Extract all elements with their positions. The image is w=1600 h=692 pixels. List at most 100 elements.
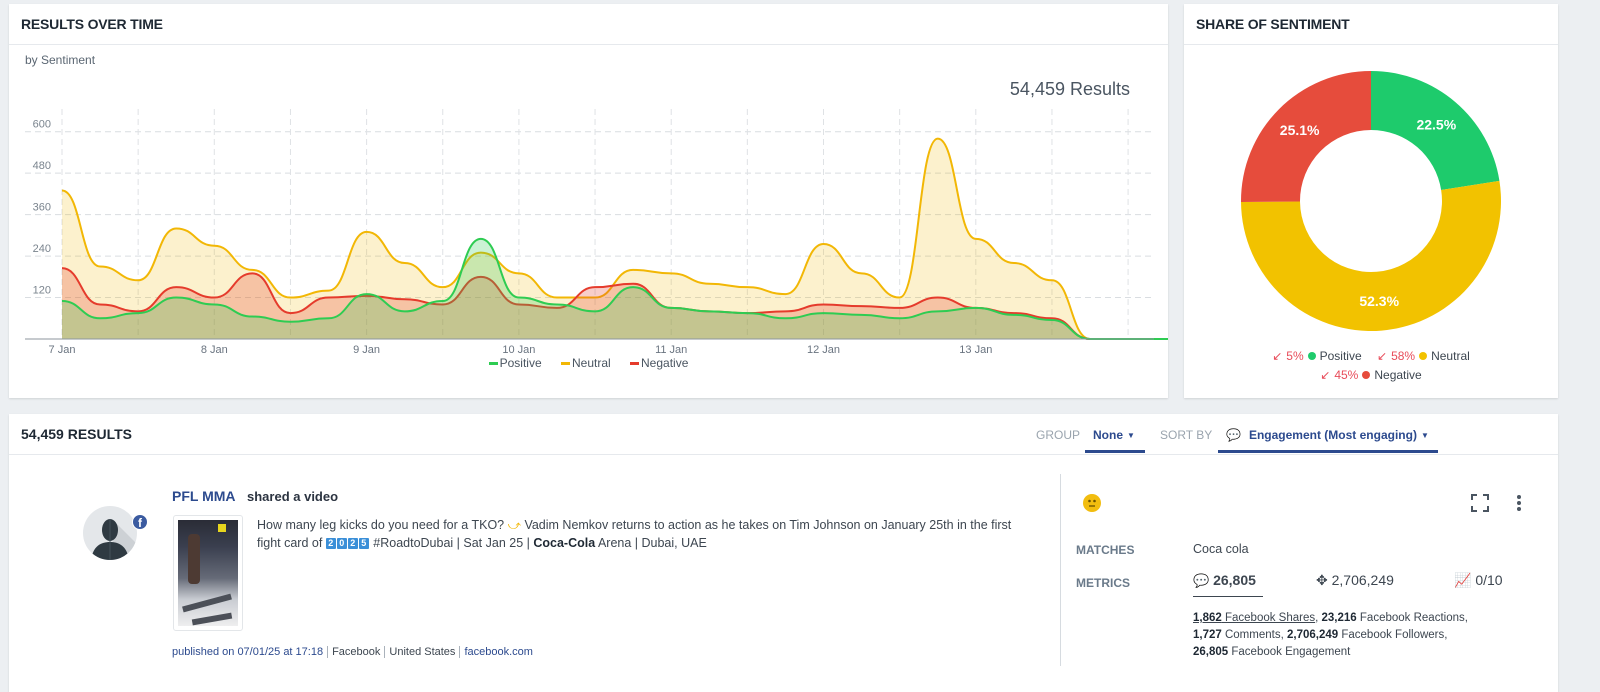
donut-label-positive: 22.5% — [1416, 117, 1456, 133]
x-tick-label: 11 Jan — [655, 344, 687, 354]
reach-icon: ✥ — [1316, 572, 1328, 588]
legend-dot-neutral — [1419, 352, 1428, 360]
comments-label: Comments, — [1224, 629, 1284, 641]
legend-swatch-neutral — [560, 362, 570, 366]
author-avatar[interactable] — [83, 506, 137, 560]
sentiment-donut-chart[interactable]: 22.5% 52.3% 25.1% — [1240, 70, 1502, 332]
post-text-part: #RoadtoDubai | Sat Jan 25 | — [369, 536, 534, 550]
y-tick-label: 240 — [33, 243, 51, 255]
legend-label: Neutral — [1431, 349, 1470, 363]
engagement-count: 26,805 — [1193, 646, 1229, 658]
shares-link[interactable]: 1,862 Facebook Shares — [1193, 612, 1315, 624]
engagement-metric[interactable]: 💬 26,805 — [1193, 572, 1263, 597]
legend-label: Negative — [641, 356, 689, 370]
change-value: 58% — [1391, 349, 1416, 363]
results-list-card: 54,459 RESULTS GROUP None ▼ SORT BY 💬 Enga… — [9, 414, 1558, 692]
matched-keyword: Coca-Cola — [533, 536, 596, 550]
change-value: 5% — [1286, 349, 1304, 363]
keycap-digit-icon: 5 — [358, 538, 369, 550]
y-tick-label: 120 — [33, 285, 51, 297]
followers-count: 2,706,249 — [1286, 629, 1339, 641]
neutral-sentiment-icon[interactable] — [1083, 494, 1101, 512]
sentiment-legend-neutral[interactable]: ↙ 58% Neutral — [1377, 349, 1470, 363]
shares-count: 1,862 — [1193, 612, 1222, 624]
decrease-arrow-icon: ↙ — [1320, 368, 1331, 382]
published-date-link[interactable]: published on 07/01/25 at 17:18 — [172, 646, 327, 658]
x-tick-label: 10 Jan — [502, 344, 535, 354]
result-item: f PFL MMA shared a video How many leg ki… — [9, 414, 1558, 692]
x-tick-label: 9 Jan — [353, 344, 380, 354]
metrics-label: METRICS — [1076, 576, 1130, 590]
legend-label: Neutral — [571, 356, 611, 370]
legend-dot-positive — [1307, 352, 1316, 360]
comments-count: 1,727 — [1193, 629, 1222, 641]
post-text-part: Arena | Dubai, UAE — [595, 536, 707, 550]
legend-dot-negative — [1362, 371, 1371, 379]
video-thumbnail-image — [178, 520, 238, 626]
legend-label: Negative — [1374, 368, 1422, 382]
post-action: shared a video — [247, 489, 339, 504]
x-tick-label: 12 Jan — [807, 344, 840, 354]
decrease-arrow-icon: ↙ — [1377, 349, 1388, 363]
leg-emoji-icon: ⤻ — [507, 518, 521, 532]
legend-item-neutral[interactable]: Neutral — [560, 356, 611, 370]
reactions-label: Facebook Reactions, — [1359, 612, 1468, 624]
change-value: 45% — [1334, 368, 1359, 382]
facebook-icon: f — [132, 514, 148, 530]
y-tick-label: 480 — [33, 160, 51, 172]
matches-value: Coca cola — [1193, 542, 1249, 556]
engagement-value: 26,805 — [1213, 572, 1256, 588]
reach-metric[interactable]: ✥ 2,706,249 — [1316, 572, 1394, 589]
shares-label: Facebook Shares — [1224, 612, 1316, 624]
matches-label: MATCHES — [1076, 543, 1135, 557]
keycap-digit-icon: 0 — [336, 538, 347, 550]
post-text-part: How many leg kicks do you need for a TKO… — [257, 518, 508, 532]
results-over-time-card: RESULTS OVER TIME by Sentiment 54,459 Re… — [9, 4, 1168, 398]
reactions-count: 23,216 — [1321, 612, 1357, 624]
sentiment-legend-negative[interactable]: ↙ 45% Negative — [1320, 368, 1421, 382]
legend-label: Positive — [1319, 349, 1362, 363]
domain-link[interactable]: facebook.com — [459, 646, 537, 658]
followers-label: Facebook Followers, — [1341, 629, 1448, 641]
more-options-icon[interactable] — [1516, 494, 1522, 512]
keycap-digit-icon: 2 — [347, 538, 358, 550]
column-divider — [1060, 474, 1061, 666]
source-label: Facebook — [327, 646, 385, 658]
metrics-breakdown: 1,862 Facebook Shares, 23,216 Facebook R… — [1193, 612, 1468, 658]
post-meta: published on 07/01/25 at 17:18 Facebook Un… — [172, 646, 537, 658]
legend-label: Positive — [499, 356, 542, 370]
video-thumbnail[interactable] — [173, 515, 243, 631]
post-text: How many leg kicks do you need for a TKO… — [257, 516, 1027, 552]
y-tick-label: 600 — [33, 119, 51, 131]
trend-chart-icon: 📈 — [1454, 572, 1472, 588]
share-of-sentiment-title: SHARE OF SENTIMENT — [1184, 4, 1558, 45]
sentiment-legend-positive[interactable]: ↙ 5% Positive — [1272, 349, 1361, 363]
legend-item-negative[interactable]: Negative — [630, 356, 688, 370]
comments-icon: 💬 — [1193, 573, 1210, 588]
sentiment-legend-row-2: ↙ 45% Negative — [1184, 368, 1558, 382]
y-tick-label: 360 — [33, 202, 51, 214]
chart-subtitle: by Sentiment — [25, 53, 96, 67]
country-label: United States — [384, 646, 460, 658]
engagement-label: Facebook Engagement — [1231, 646, 1351, 658]
sentiment-legend-row-1: ↙ 5% Positive ↙ 58% Neutral — [1184, 349, 1558, 363]
share-of-sentiment-card: SHARE OF SENTIMENT 22.5% 52.3% 25.1% ↙ 5% Po… — [1184, 4, 1558, 398]
results-over-time-chart[interactable]: 120 240 360 480 600 7 Jan 8 Jan 9 Jan 10 Jan 11 J… — [9, 99, 1168, 354]
reach-value: 2,706,249 — [1331, 572, 1394, 588]
results-over-time-title: RESULTS OVER TIME — [9, 4, 1168, 45]
legend-item-positive[interactable]: Positive — [488, 356, 542, 370]
post-author-link[interactable]: PFL MMA — [172, 488, 236, 504]
expand-icon[interactable] — [1471, 494, 1489, 512]
score-value: 0/10 — [1475, 572, 1503, 588]
person-silhouette-icon — [91, 519, 137, 560]
donut-label-neutral: 52.3% — [1359, 293, 1399, 309]
legend-swatch-positive — [488, 362, 498, 366]
decrease-arrow-icon: ↙ — [1272, 349, 1283, 363]
score-metric[interactable]: 📈 0/10 — [1454, 572, 1503, 589]
x-tick-label: 7 Jan — [49, 344, 76, 354]
x-tick-label: 8 Jan — [201, 344, 228, 354]
legend-swatch-negative — [630, 362, 640, 366]
results-total: 54,459 Results — [1009, 79, 1130, 99]
chart-legend: Positive Neutral Negative — [9, 356, 1168, 370]
x-tick-label: 13 Jan — [959, 344, 992, 354]
